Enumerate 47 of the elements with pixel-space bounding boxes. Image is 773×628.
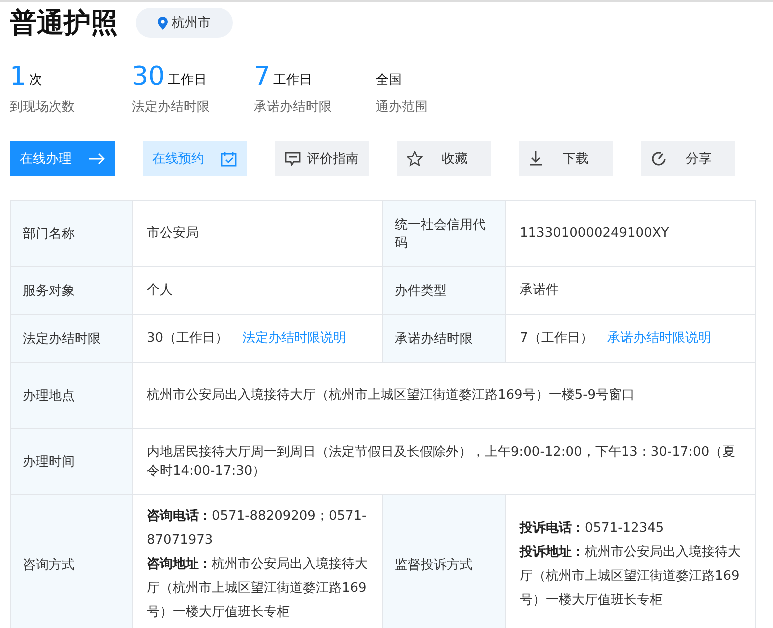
stat-unit: 次 [30, 72, 43, 90]
download-icon [529, 151, 544, 166]
stat-value: 1 [10, 64, 27, 90]
action-button[interactable]: 下载 [519, 141, 614, 176]
contact-text: 咨询地址：杭州市公安局出入境接待大厅（杭州市上城区望江街道婺江路169号）一楼大厅值班长专柜 [147, 556, 368, 622]
field-label: 承诺办结时限 [383, 315, 506, 363]
field-label: 咨询方式 [11, 495, 133, 628]
field-value: 30（工作日） [147, 330, 229, 348]
contact-text: 投诉地址：杭州市公安局出入境接待大厅（杭州市上城区望江街道婺江路169号）一楼大厅值班长专柜 [520, 544, 741, 610]
action-button[interactable]: 收藏 [397, 141, 492, 176]
stat-value: 30 [132, 64, 166, 90]
location-tag[interactable]: 杭州市 [136, 8, 233, 38]
stat-label: 承诺办结时限 [254, 99, 333, 116]
field-label: 服务对象 [11, 267, 133, 315]
field-label: 部门名称 [11, 201, 133, 267]
action-button[interactable]: 评价指南 [275, 141, 370, 176]
stat-label: 通办范围 [376, 99, 429, 116]
stat-unit: 工作日 [168, 72, 208, 90]
page-title: 普通护照 [10, 7, 118, 41]
comment-icon [285, 152, 302, 166]
field-label: 办理时间 [11, 429, 133, 495]
stat-unit: 全国 [376, 72, 402, 90]
arrow-right-icon [88, 152, 105, 164]
field-label: 法定办结时限 [11, 315, 133, 363]
stat-label: 到现场次数 [10, 99, 76, 116]
location-pin-icon [158, 16, 168, 30]
field-value: 内地居民接待大厅周一到周日（法定节假日及长假除外），上午9:00-12:00，下午13：30-17:00（夏令时14:00-17:30） [147, 444, 737, 480]
star-icon [407, 150, 424, 166]
field-value: 个人 [147, 282, 174, 300]
field-value: 承诺件 [520, 282, 560, 300]
field-value: 7（工作日） [520, 330, 594, 348]
refresh-icon [651, 150, 668, 166]
action-button[interactable]: 分享 [641, 141, 735, 176]
contact-text: 咨询电话：0571-88209209；0571-87071973 [147, 508, 368, 550]
contact-text: 投诉电话：0571-12345 [520, 520, 666, 538]
field-value: 杭州市公安局出入境接待大厅（杭州市上城区望江街道婺江路169号）一楼5-9号窗口 [147, 387, 636, 405]
field-label: 办件类型 [383, 267, 506, 315]
field-value: 1133010000249100XY [520, 225, 670, 243]
stat-label: 法定办结时限 [132, 99, 211, 116]
field-label: 统一社会信用代码 [383, 201, 506, 267]
stat-value: 7 [254, 64, 271, 90]
field-value: 市公安局 [147, 225, 200, 243]
location-name: 杭州市 [172, 15, 211, 32]
field-label: 监督投诉方式 [383, 495, 506, 628]
stat-unit: 工作日 [274, 72, 313, 90]
field-label: 办理地点 [11, 363, 133, 429]
calendar-check-icon [221, 150, 238, 166]
